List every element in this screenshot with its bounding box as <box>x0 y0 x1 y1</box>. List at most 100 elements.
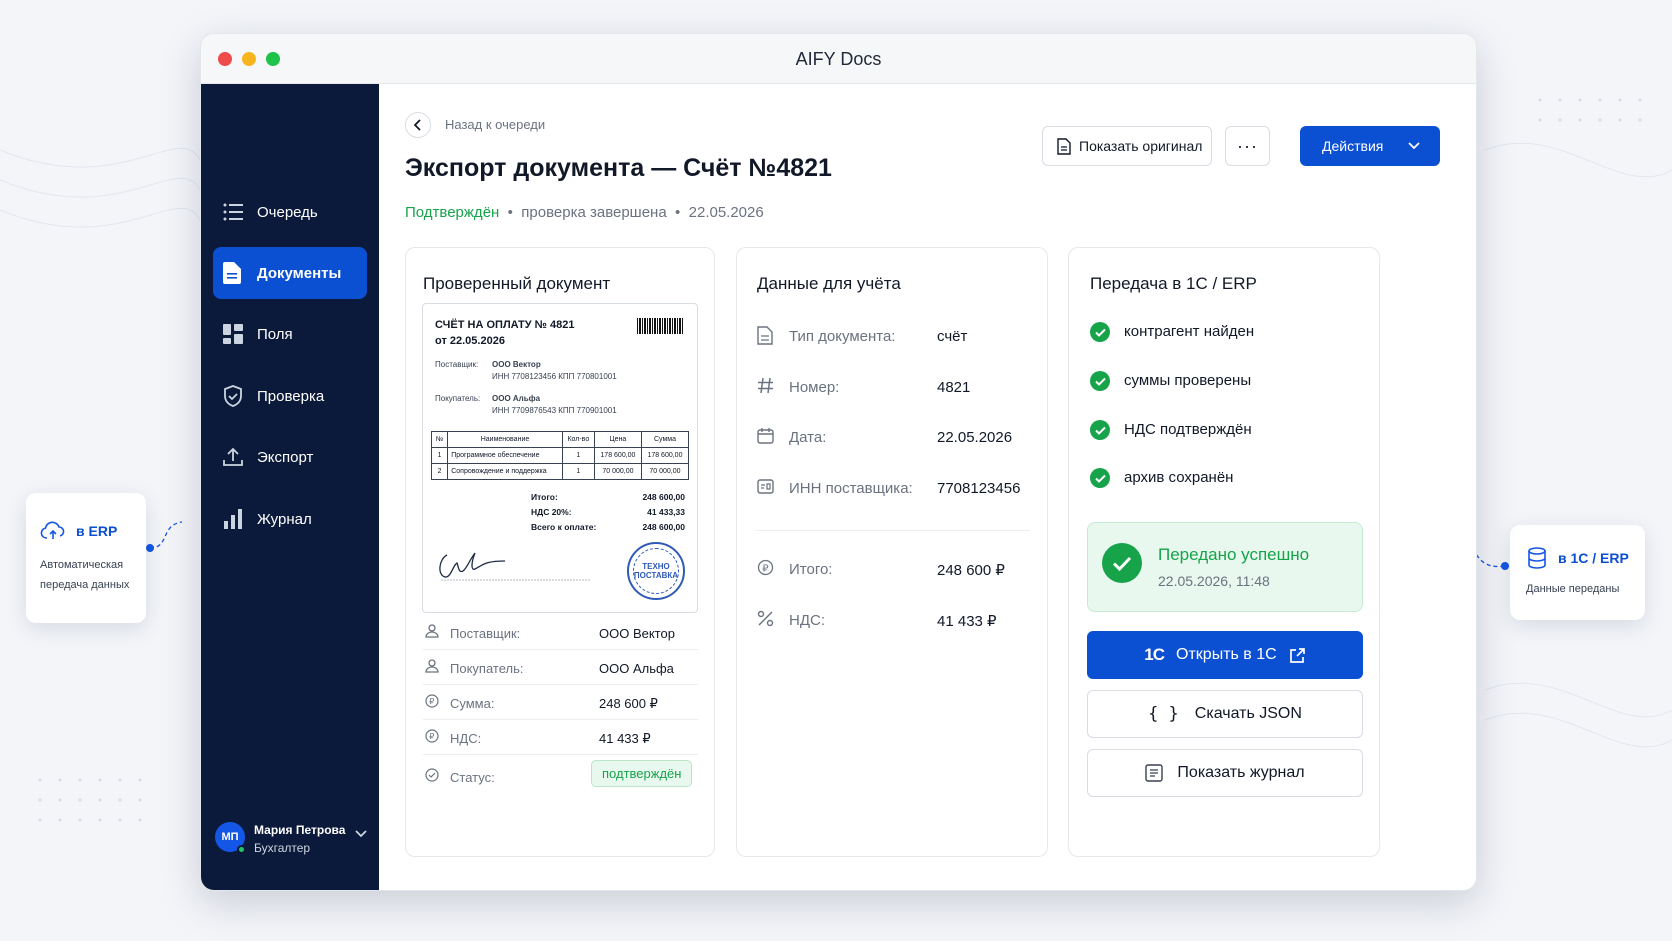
download-json-label: Скачать JSON <box>1194 705 1302 722</box>
invoice-preview[interactable]: СЧЁТ НА ОПЛАТУ № 4821 от 22.05.2026 Пост… <box>422 303 698 613</box>
shield-icon <box>224 385 242 407</box>
chevron-down-icon <box>1408 142 1420 150</box>
verified-document-card: Проверенный документ СЧЁТ НА ОПЛАТУ № 48… <box>405 247 715 857</box>
user-role: Бухгалтер <box>254 841 311 855</box>
field-label: Номер: <box>789 379 840 396</box>
field-value: 248 600 ₽ <box>599 696 658 711</box>
user-profile[interactable]: МП Мария Петрова Бухгалтер <box>215 820 367 860</box>
table-row: 1 Программное обеспечение 1 178 600,00 1… <box>430 447 690 464</box>
erp-info-card-right: в 1С / ERP Данные переданы <box>1510 525 1645 620</box>
erp-card-title: в ERP <box>76 523 118 539</box>
invoice-title: СЧЁТ НА ОПЛАТУ № 4821 <box>435 319 575 331</box>
id-card-icon <box>757 479 774 494</box>
table-cell: Программное обеспечение <box>447 447 563 464</box>
field-label: Сумма: <box>450 696 495 711</box>
check-status: проверка завершена <box>521 204 667 221</box>
invoice-total: 248 600,00 <box>642 492 685 502</box>
check-circle-icon <box>1090 468 1110 488</box>
document-icon <box>1057 137 1071 155</box>
field-value: ООО Вектор <box>599 626 675 641</box>
currency-icon: ₽ <box>757 559 774 576</box>
table-cell: 178 600,00 <box>640 447 690 464</box>
invoice-supplier-ids: ИНН 7708123456 КПП 770801001 <box>492 372 617 381</box>
chevron-left-icon <box>414 119 421 131</box>
check-label: НДС подтверждён <box>1124 421 1252 438</box>
invoice-due-label: Всего к оплате: <box>531 522 597 532</box>
field-label: Дата: <box>789 429 827 446</box>
grid-icon <box>223 324 243 344</box>
table-cell: 1 <box>561 463 595 480</box>
back-link[interactable]: Назад к очереди <box>445 117 545 132</box>
invoice-total-label: Итого: <box>531 492 558 502</box>
window-title: AIFY Docs <box>795 49 882 69</box>
accounting-data-card: Данные для учёта Тип документа: счёт Ном… <box>736 247 1048 857</box>
check-circle-icon <box>1102 543 1142 583</box>
invoice-buyer-ids: ИНН 7709876543 КПП 770901001 <box>492 406 617 415</box>
actions-dropdown-button[interactable]: Действия <box>1300 126 1440 166</box>
field-label: ИНН поставщика: <box>789 480 913 497</box>
table-cell: 2 <box>430 463 449 480</box>
actions-label: Действия <box>1322 138 1384 154</box>
sidebar-item-queue[interactable]: Очередь <box>213 186 367 238</box>
sidebar-item-label: Документы <box>257 264 342 282</box>
status-badge: подтверждён <box>591 760 693 787</box>
main-content: Назад к очереди Экспорт документа — Счёт… <box>379 84 1476 890</box>
card-title: Данные для учёта <box>757 274 901 293</box>
meta-separator: • <box>675 204 681 221</box>
show-original-label: Показать оригинал <box>1079 138 1203 154</box>
sidebar-item-journal[interactable]: Журнал <box>213 493 367 545</box>
sidebar-item-check[interactable]: Проверка <box>213 370 367 422</box>
more-options-button[interactable]: ··· <box>1225 126 1270 166</box>
show-log-button[interactable]: Показать журнал <box>1087 749 1363 797</box>
chevron-down-icon[interactable] <box>355 830 367 838</box>
table-header: Наименование <box>447 431 563 448</box>
sidebar-item-export[interactable]: Экспорт <box>213 431 367 483</box>
svg-text:₽: ₽ <box>429 697 434 706</box>
barcode-icon <box>637 318 683 334</box>
sidebar-item-fields[interactable]: Поля <box>213 308 367 360</box>
back-button[interactable] <box>405 112 431 138</box>
open-in-1c-button[interactable]: 1С Открыть в 1С <box>1087 631 1363 679</box>
sidebar: Очередь Документы Поля Проверка Экспорт … <box>201 84 379 890</box>
sidebar-item-label: Проверка <box>257 387 325 405</box>
external-link-icon <box>1289 647 1305 663</box>
bar-chart-icon <box>224 509 242 529</box>
document-meta: Подтверждён • проверка завершена • 22.05… <box>405 204 764 221</box>
user-name: Мария Петрова <box>254 823 346 837</box>
erp-card-text: Автоматическая передача данных <box>40 559 130 591</box>
table-cell: 70 000,00 <box>640 463 690 480</box>
calendar-icon <box>757 428 774 444</box>
document-icon <box>223 262 241 284</box>
invoice-vat-label: НДС 20%: <box>531 507 572 517</box>
table-cell: 70 000,00 <box>593 463 642 480</box>
json-braces-icon: { } <box>1148 704 1179 724</box>
field-row: ₽ НДС: 41 433 ₽ <box>423 720 698 755</box>
check-circle-icon <box>1090 371 1110 391</box>
signature-icon <box>439 552 591 581</box>
table-cell: 178 600,00 <box>593 447 642 464</box>
document-icon <box>757 326 773 345</box>
currency-icon: ₽ <box>425 694 439 708</box>
status-text: Подтверждён <box>405 204 500 221</box>
invoice-buyer: ООО Альфа <box>492 394 541 403</box>
online-status-dot <box>237 845 246 854</box>
invoice-vat: 41 433,33 <box>647 507 685 517</box>
check-label: суммы проверены <box>1124 372 1252 389</box>
table-cell: Сопровождение и поддержка <box>447 463 563 480</box>
sidebar-item-documents[interactable]: Документы <box>213 247 367 299</box>
field-label: Покупатель: <box>450 661 524 676</box>
invoice-table: № Наименование Кол-во Цена Сумма 1 Прогр… <box>430 431 690 480</box>
onec-logo-icon: 1С <box>1144 645 1165 664</box>
download-json-button[interactable]: { } Скачать JSON <box>1087 690 1363 738</box>
erp-info-card-left: в ERP Автоматическая передача данных <box>26 493 146 623</box>
sidebar-item-label: Очередь <box>257 203 318 221</box>
invoice-buyer-label: Покупатель: <box>435 394 481 403</box>
sidebar-item-label: Экспорт <box>257 448 314 466</box>
app-window: AIFY Docs Очередь Документы Поля Проверк… <box>200 33 1477 891</box>
field-value: 4821 <box>937 379 971 396</box>
show-original-button[interactable]: Показать оригинал <box>1042 126 1212 166</box>
show-log-label: Показать журнал <box>1177 764 1305 781</box>
field-label: НДС: <box>450 731 482 746</box>
svg-text:₽: ₽ <box>762 563 769 574</box>
field-label: Тип документа: <box>789 328 896 345</box>
